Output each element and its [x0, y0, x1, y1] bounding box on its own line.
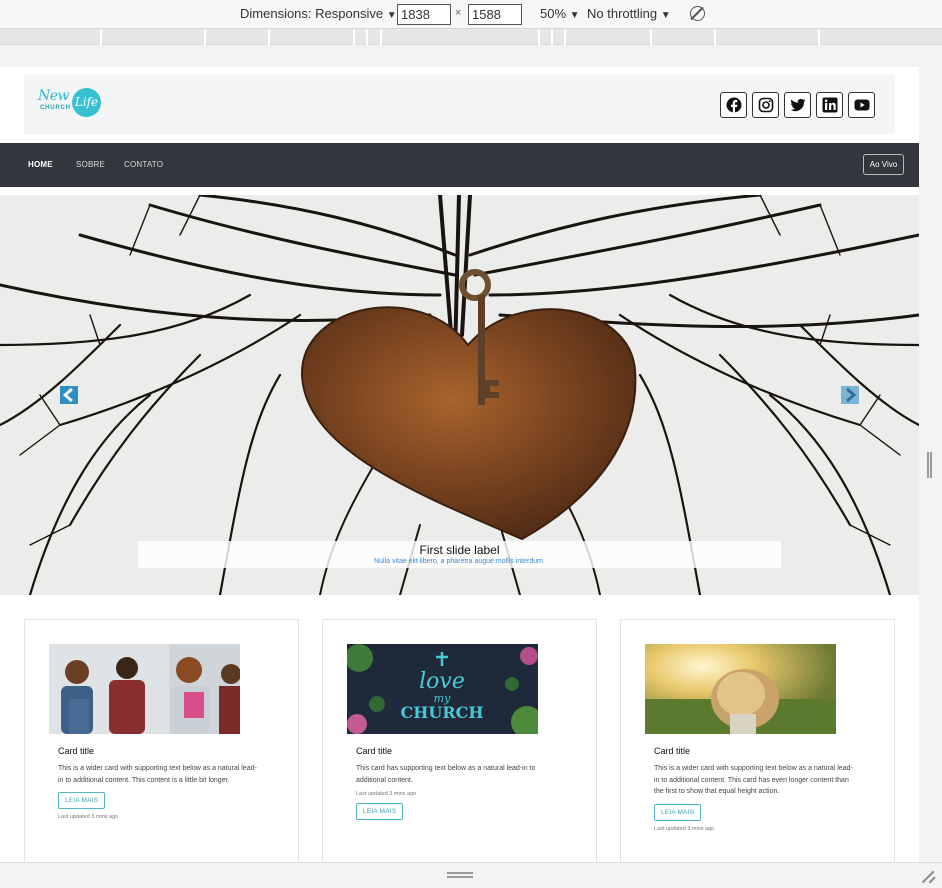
vertical-grip-icon [927, 452, 932, 478]
logo-church-text: CHURCH [40, 105, 71, 111]
card-1: Card title This is a wider card with sup… [24, 619, 299, 862]
dimensions-chevron-down-icon: ▼ [386, 10, 397, 21]
linkedin-button[interactable] [816, 92, 843, 118]
card-2-image: love my CHURCH [347, 644, 538, 734]
card-group: Card title This is a wider card with sup… [24, 619, 895, 862]
card-2-body: Card title This card has supporting text… [356, 746, 556, 820]
horizontal-grip-icon [447, 872, 473, 878]
zoom-dropdown[interactable]: 50% ▼ [540, 6, 580, 21]
card-1-read-more-button[interactable]: LEIA MAIS [58, 792, 106, 809]
media-query-bar[interactable] [0, 29, 942, 45]
ruler-gap [0, 45, 942, 67]
card-1-updated: Last updated 3 mins ago [58, 814, 119, 820]
facebook-button[interactable] [720, 92, 747, 118]
card-2-text: This card has supporting text below as a… [356, 765, 536, 784]
nav-home-link[interactable]: HOME [28, 160, 53, 169]
rotate-icon[interactable] [690, 6, 705, 21]
card-1-title: Card title [58, 746, 95, 756]
card-3-read-more-button[interactable]: LEIA MAIS [654, 803, 702, 821]
card-3-updated: Last updated 3 mins ago [654, 825, 715, 832]
dimensions-dropdown[interactable]: Dimensions: Responsive ▼ [240, 6, 397, 21]
card-3-image [645, 644, 836, 734]
live-button[interactable]: Ao Vivo [863, 154, 904, 175]
resize-handle-bottom[interactable] [0, 862, 942, 888]
card-1-body: Card title This is a wider card with sup… [58, 746, 258, 820]
slide-image [0, 195, 919, 595]
site-header: New CHURCH Life [24, 75, 895, 134]
page-viewport: New CHURCH Life HOME SOBRE CONTATO Ao Vi… [0, 67, 919, 862]
card-2-image-love: love [419, 669, 465, 694]
instagram-button[interactable] [752, 92, 779, 118]
nav-about-link[interactable]: SOBRE [76, 160, 105, 169]
zoom-label: 50% [540, 6, 567, 21]
twitter-icon [790, 98, 806, 112]
slide-caption-text: Nulla vitae elit libero, a pharetra augu… [374, 558, 545, 565]
card-2-image-church: CHURCH [401, 703, 484, 722]
card-1-image [49, 644, 240, 734]
height-input[interactable]: 1588 [468, 4, 522, 25]
social-links [720, 92, 875, 118]
card-3-body: Card title This is a wider card with sup… [654, 746, 854, 832]
chevron-right-icon[interactable] [841, 386, 859, 404]
logo-circle: Life [72, 88, 101, 117]
devtools-toolbar: Dimensions: Responsive ▼ 1838 × 1588 50%… [0, 0, 942, 29]
church-logo[interactable]: New CHURCH Life [38, 88, 104, 120]
card-3-text: This is a wider card with supporting tex… [654, 765, 853, 795]
throttling-chevron-down-icon: ▼ [660, 10, 671, 21]
corner-resize-icon[interactable] [922, 869, 936, 883]
card-3: Card title This is a wider card with sup… [620, 619, 895, 862]
card-2-updated: Last updated 3 mins ago [356, 791, 417, 797]
card-1-text: This is a wider card with supporting tex… [58, 765, 257, 784]
width-input[interactable]: 1838 [397, 4, 451, 25]
logo-script-text: New [38, 88, 70, 104]
throttling-dropdown[interactable]: No throttling ▼ [587, 6, 671, 21]
card-2-title: Card title [356, 746, 393, 756]
nav-contact-link[interactable]: CONTATO [124, 160, 163, 169]
youtube-icon [854, 99, 870, 111]
twitter-button[interactable] [784, 92, 811, 118]
times-separator: × [455, 7, 462, 19]
card-3-title: Card title [654, 746, 691, 756]
dimensions-label: Dimensions: Responsive [240, 6, 384, 21]
resize-handle-right[interactable] [919, 67, 942, 862]
slide-caption: First slide label Nulla vitae elit liber… [138, 541, 781, 568]
facebook-icon [726, 97, 742, 113]
zoom-chevron-down-icon: ▼ [569, 10, 580, 21]
card-2: love my CHURCH Card title This card has … [322, 619, 597, 862]
slide-caption-title: First slide label [419, 543, 500, 557]
chevron-left-icon[interactable] [60, 386, 78, 404]
card-2-read-more-button[interactable]: LEIA MAIS [356, 803, 404, 820]
youtube-button[interactable] [848, 92, 875, 118]
throttling-label: No throttling [587, 6, 658, 21]
linkedin-icon [822, 97, 838, 113]
main-navbar: HOME SOBRE CONTATO Ao Vivo [0, 143, 919, 187]
instagram-icon [758, 97, 774, 113]
hero-carousel: First slide label Nulla vitae elit liber… [0, 195, 919, 595]
